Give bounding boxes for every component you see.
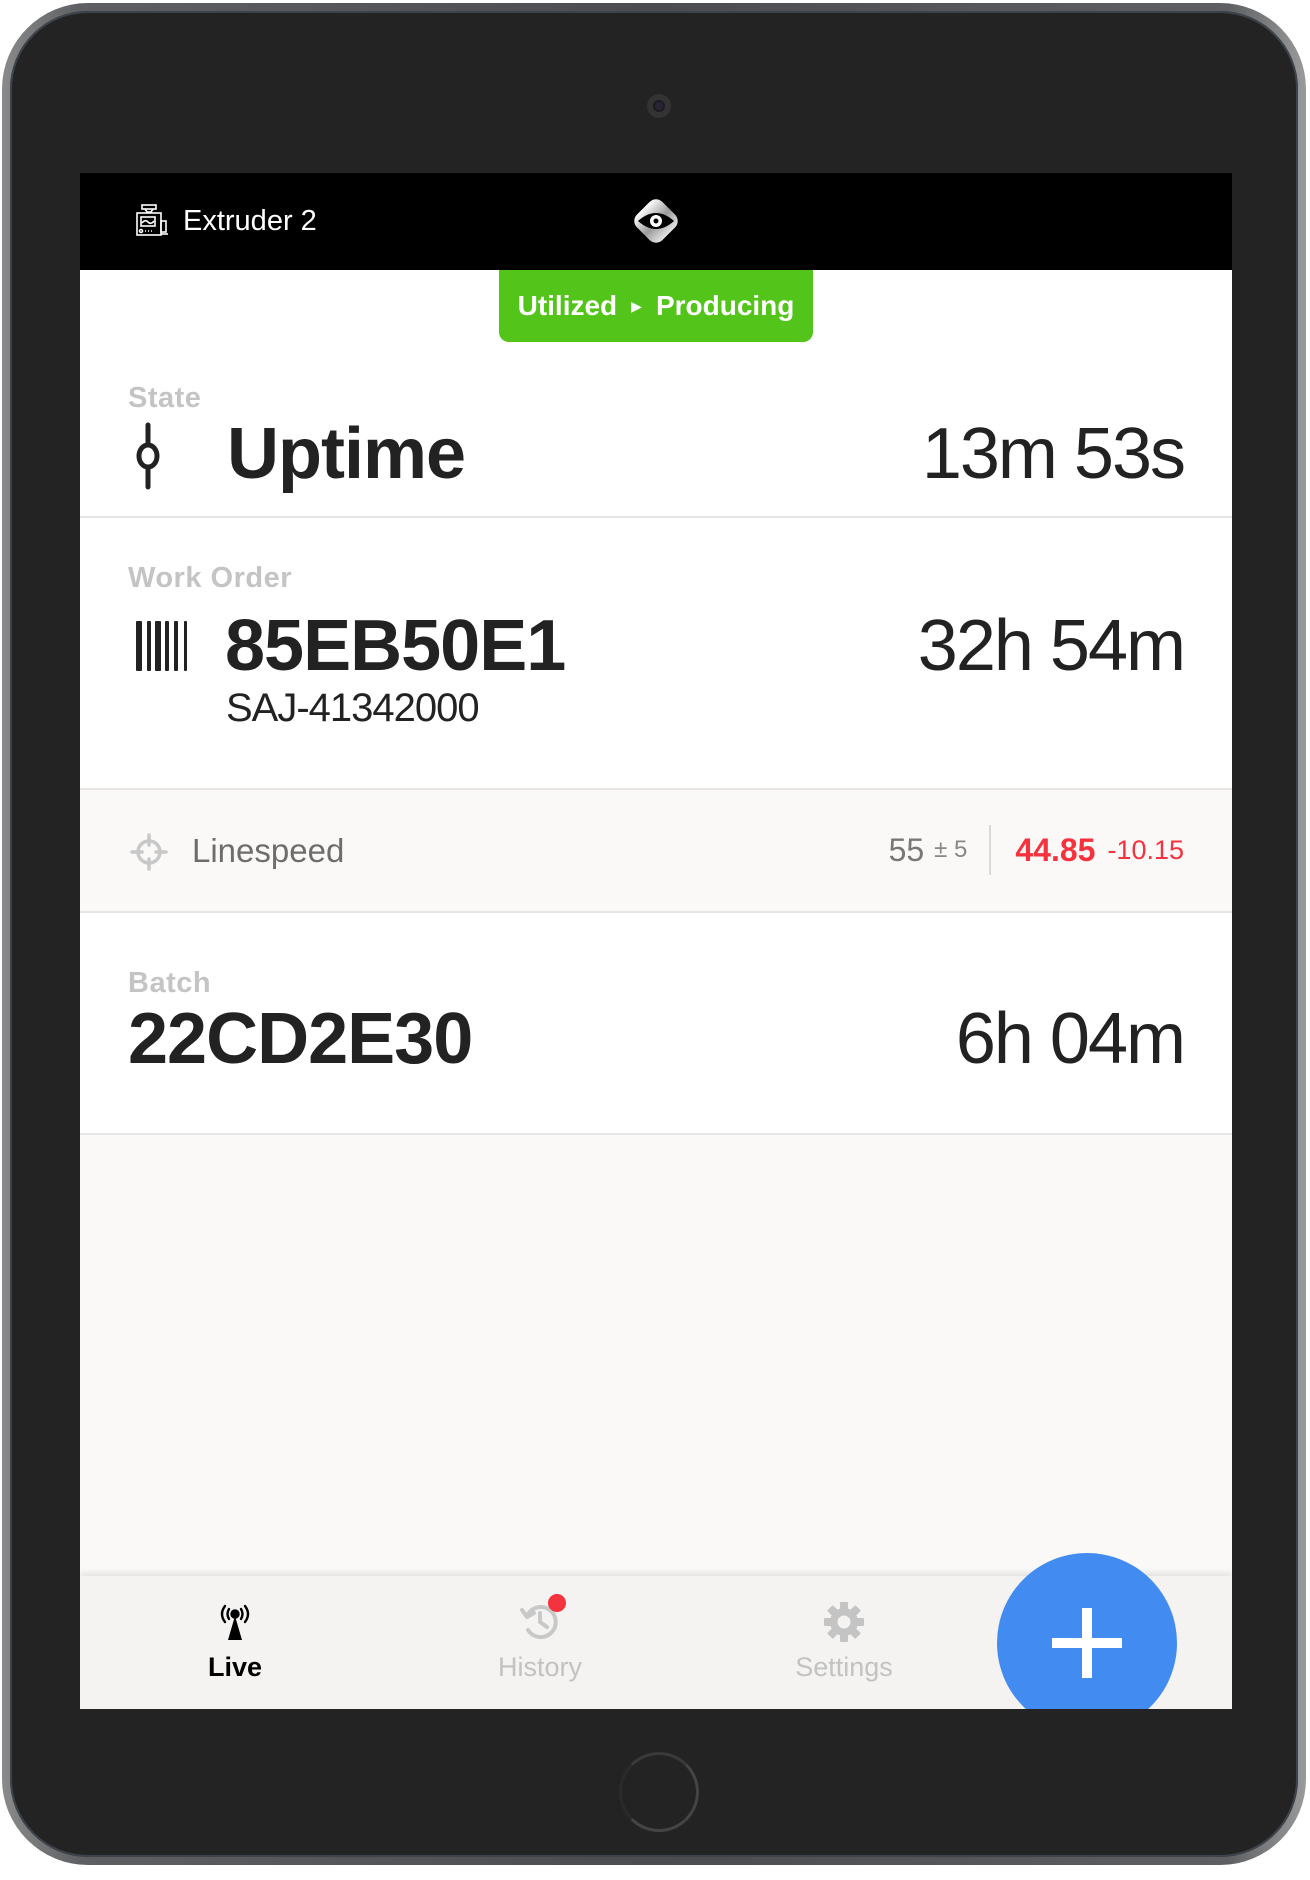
top-header: Extruder 2 <box>80 173 1232 270</box>
notification-dot <box>548 1594 566 1612</box>
linespeed-name: Linespeed <box>192 832 345 869</box>
live-antenna-icon <box>220 1604 250 1640</box>
barcode-icon <box>136 621 187 671</box>
machine-name[interactable]: Extruder 2 <box>183 203 317 239</box>
tab-history-label: History <box>497 1652 582 1682</box>
linespeed-tolerance: ± 5 <box>934 836 968 863</box>
plus-icon <box>1052 1608 1122 1678</box>
batch-label: Batch <box>128 967 212 999</box>
front-camera <box>647 94 671 118</box>
tab-live[interactable]: Live <box>115 1576 355 1709</box>
history-icon-wrap <box>518 1594 566 1644</box>
home-button[interactable] <box>619 1752 699 1832</box>
work-order-duration: 32h 54m <box>917 606 1186 686</box>
status-badge[interactable]: Utilized ▶ Producing <box>499 270 813 342</box>
linespeed-actual: 44.85 <box>1015 831 1096 868</box>
status-category: Utilized <box>517 290 618 321</box>
eye-logo-icon <box>634 199 678 243</box>
work-order-number: 85EB50E1 <box>225 606 566 686</box>
linespeed-delta: -10.15 <box>1107 834 1184 865</box>
tab-settings[interactable]: Settings <box>724 1576 964 1709</box>
state-duration: 13m 53s <box>921 414 1186 494</box>
extruder-machine-icon <box>136 204 168 236</box>
state-value: Uptime <box>227 414 466 494</box>
batch-number: 22CD2E30 <box>128 999 473 1079</box>
work-order-section[interactable]: Work Order 85EB50E1 SAJ-41342000 32h 54m <box>80 518 1232 790</box>
tab-history[interactable]: History <box>420 1576 660 1709</box>
target-icon <box>130 833 168 871</box>
linespeed-values: 55 ± 5 44.85 -10.15 <box>889 820 1184 880</box>
status-state: Producing <box>655 290 795 321</box>
batch-duration: 6h 04m <box>955 999 1186 1079</box>
state-label: State <box>128 382 202 414</box>
gear-icon <box>824 1602 864 1642</box>
tab-live-label: Live <box>207 1652 263 1682</box>
batch-section[interactable]: Batch 22CD2E30 6h 04m <box>80 913 1232 1135</box>
tab-settings-label: Settings <box>795 1652 893 1682</box>
work-order-sub-id: SAJ-41342000 <box>226 686 480 730</box>
caret-right-icon: ▶ <box>631 297 642 314</box>
value-divider <box>989 825 992 875</box>
uptime-pin-icon <box>136 422 160 490</box>
work-order-label: Work Order <box>128 562 293 594</box>
app-screen: Extruder 2 Utilized ▶ Producing State Up… <box>80 173 1232 1709</box>
linespeed-row[interactable]: Linespeed 55 ± 5 44.85 -10.15 <box>80 790 1232 913</box>
linespeed-setpoint: 55 <box>888 831 925 868</box>
